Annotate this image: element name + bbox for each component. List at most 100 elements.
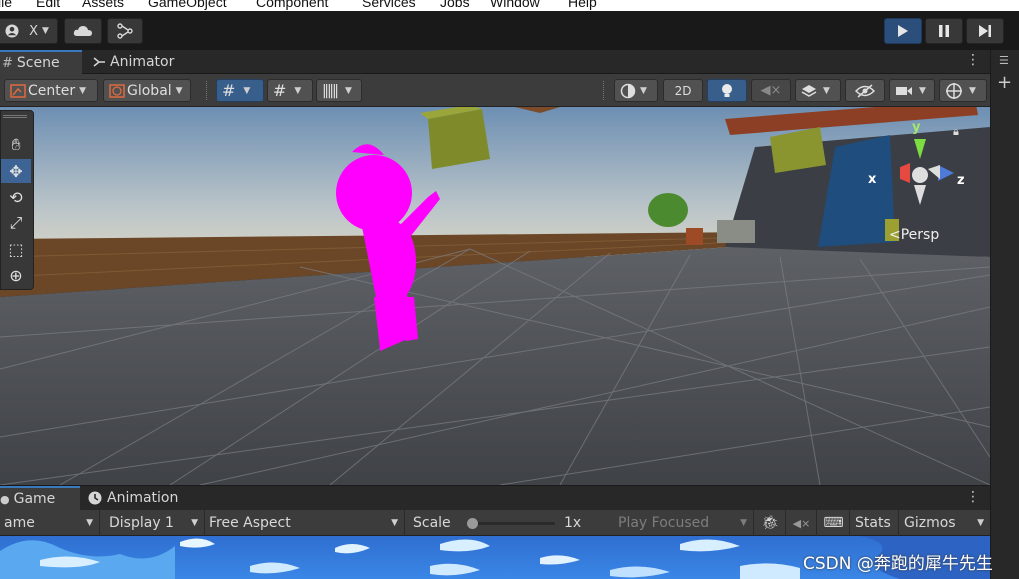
view-type-dropdown[interactable]: ame ▼ xyxy=(0,510,100,536)
more-options-icon[interactable]: ⋮ xyxy=(966,52,980,68)
shading-sphere-icon xyxy=(620,83,636,98)
scale-slider-track[interactable] xyxy=(466,518,555,529)
menu-gameobject[interactable]: GameObject xyxy=(148,0,227,10)
camera-icon xyxy=(896,86,912,95)
space-label: Global xyxy=(127,82,172,99)
transform-tool[interactable]: ⊕ xyxy=(1,263,31,287)
mode-2d-button[interactable]: 2D xyxy=(663,79,703,102)
tab-animator[interactable]: Animator xyxy=(88,50,188,74)
audio-toggle[interactable]: ◀× xyxy=(751,79,791,102)
tab-animation[interactable]: Animation xyxy=(86,486,196,510)
view-type-label: ame xyxy=(4,515,35,531)
gizmos-dropdown[interactable]: ▼ xyxy=(939,79,987,102)
menu-bar: ile Edit Assets GameObject Component Ser… xyxy=(0,0,1019,11)
tab-animation-label: Animation xyxy=(107,490,179,506)
tab-scene[interactable]: # Scene xyxy=(0,50,82,74)
lighting-toggle[interactable] xyxy=(707,79,747,102)
move-tool[interactable]: ✥ xyxy=(1,159,31,183)
menu-edit[interactable]: Edit xyxy=(36,0,60,10)
menu-assets[interactable]: Assets xyxy=(82,0,124,10)
display-dropdown[interactable]: Display 1 ▼ xyxy=(105,510,205,536)
chevron-down-icon: ▼ xyxy=(640,85,647,96)
collab-button[interactable] xyxy=(107,18,143,44)
tab-game[interactable]: ● Game xyxy=(0,486,80,510)
cloud-button[interactable] xyxy=(64,18,102,44)
axis-y-label: y xyxy=(912,120,921,135)
branch-icon xyxy=(117,23,133,39)
stats-button[interactable]: Stats xyxy=(851,510,899,536)
menu-jobs[interactable]: Jobs xyxy=(440,0,470,10)
increment-snap-button[interactable]: # ▼ xyxy=(267,79,313,102)
play-icon xyxy=(898,25,908,37)
rect-tool[interactable]: ⬚ xyxy=(1,237,31,261)
tab-animator-label: Animator xyxy=(110,54,175,70)
space-dropdown[interactable]: Global ▼ xyxy=(103,79,191,102)
global-icon xyxy=(109,83,125,98)
hand-tool[interactable]: ✋︎ xyxy=(1,133,31,157)
chevron-down-icon: ▼ xyxy=(243,85,251,96)
more-options-icon[interactable]: ⋮ xyxy=(966,489,980,505)
aspect-dropdown[interactable]: Free Aspect ▼ xyxy=(205,510,405,536)
move-icon: ✥ xyxy=(9,161,23,181)
game-icon: ● xyxy=(0,492,10,506)
lock-icon[interactable]: 🔒︎ xyxy=(953,125,959,139)
pause-button[interactable] xyxy=(925,18,963,44)
gizmos-label: Gizmos xyxy=(904,515,956,531)
draw-mode-dropdown[interactable]: ▼ xyxy=(614,79,658,102)
grid-snap-button[interactable]: # ▼ xyxy=(216,79,264,102)
toolbar-divider xyxy=(206,81,208,100)
frame-debugger-button[interactable]: 🐞︎ xyxy=(756,510,786,536)
pause-icon xyxy=(939,25,949,37)
projection-toggle[interactable]: <Persp xyxy=(889,227,939,243)
grid-snap-icon: # xyxy=(222,81,236,100)
scale-slider-knob[interactable] xyxy=(466,518,478,529)
play-button[interactable] xyxy=(884,18,922,44)
menu-services[interactable]: Services xyxy=(362,0,416,10)
scene-viewport[interactable]: y x z 🔒︎ <Persp xyxy=(0,107,990,485)
transform-icon: ⊕ xyxy=(9,265,23,285)
step-icon xyxy=(979,25,991,37)
hash-icon: # xyxy=(2,55,13,71)
play-focused-label: Play Focused xyxy=(618,515,710,531)
scale-tool[interactable]: ⤢ xyxy=(1,211,31,235)
eye-slash-icon xyxy=(855,83,875,98)
orientation-gizmo[interactable] xyxy=(886,129,960,209)
animator-icon xyxy=(93,57,105,67)
watermark-text: CSDN @奔跑的犀牛先生 xyxy=(803,554,993,574)
camera-dropdown[interactable]: ▼ xyxy=(889,79,935,102)
account-icon xyxy=(5,24,19,38)
menu-file[interactable]: ile xyxy=(0,0,12,10)
speaker-muted-icon: ◀× xyxy=(760,83,782,98)
chevron-down-icon: ▼ xyxy=(977,518,984,528)
hidden-objects-toggle[interactable] xyxy=(845,79,885,102)
menu-window[interactable]: Window xyxy=(490,0,540,10)
list-menu-icon[interactable]: ☰ xyxy=(999,54,1009,67)
mute-audio-button[interactable]: ◀× xyxy=(787,510,817,536)
animation-icon xyxy=(88,491,102,505)
gizmo-globe-icon xyxy=(946,82,962,99)
step-button[interactable] xyxy=(966,18,1004,44)
stats-label: Stats xyxy=(855,515,891,531)
game-tab-bar: ● Game Animation ⋮ xyxy=(0,485,990,510)
effects-dropdown[interactable]: ▼ xyxy=(795,79,841,102)
play-focused-dropdown[interactable]: Play Focused ▼ xyxy=(614,510,754,536)
chevron-down-icon: ▼ xyxy=(823,85,830,96)
shortcuts-button[interactable]: ⌨ xyxy=(818,510,850,536)
toolbar-divider xyxy=(603,81,605,100)
aspect-label: Free Aspect xyxy=(209,515,291,531)
menu-help[interactable]: Help xyxy=(568,0,597,10)
drag-handle[interactable] xyxy=(3,115,27,118)
scene-render xyxy=(0,107,990,485)
pivot-dropdown[interactable]: Center ▼ xyxy=(4,79,98,102)
ruler-button[interactable]: ‖‖‖ ▼ xyxy=(316,79,362,102)
chevron-down-icon: ▼ xyxy=(41,26,49,36)
rotate-tool[interactable]: ⟲ xyxy=(1,185,31,209)
menu-component[interactable]: Component xyxy=(256,0,328,10)
add-icon[interactable]: + xyxy=(997,72,1012,93)
ruler-icon: ‖‖‖ xyxy=(322,82,339,99)
gizmos-dropdown-game[interactable]: Gizmos ▼ xyxy=(900,510,990,536)
axis-x-label: x xyxy=(868,172,877,187)
chevron-left-icon: < xyxy=(889,227,901,243)
account-dropdown[interactable]: X ▼ xyxy=(0,18,58,44)
chevron-down-icon: ▼ xyxy=(969,85,976,96)
